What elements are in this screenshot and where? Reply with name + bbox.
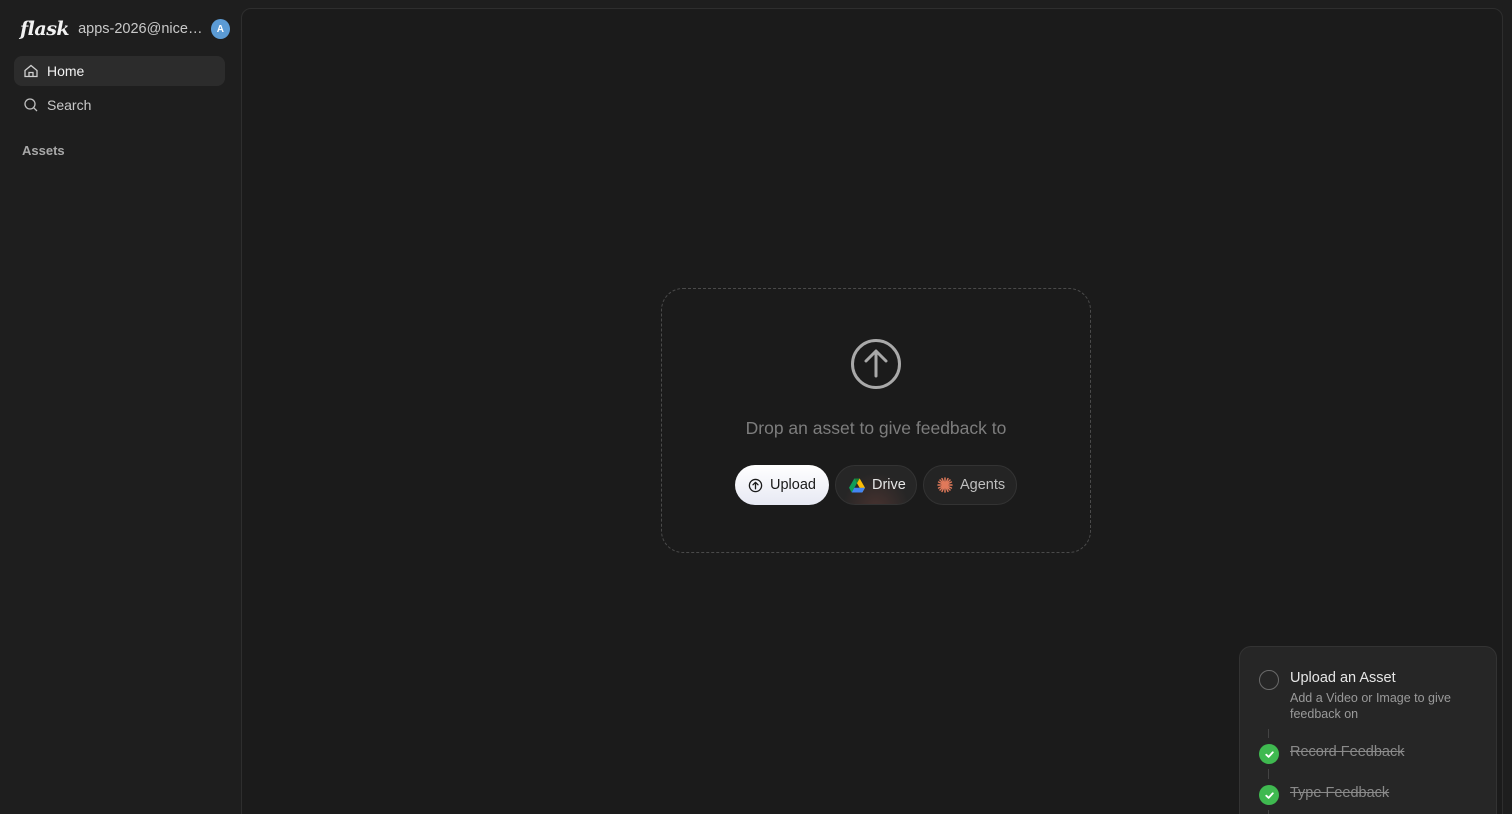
sidebar-item-label: Search: [47, 97, 92, 113]
step-title-type[interactable]: Type Feedback: [1290, 785, 1389, 801]
app-root: flask apps-2026@nicely... A Home Search …: [0, 0, 1512, 814]
flask-logo[interactable]: flask: [20, 18, 70, 40]
account-name[interactable]: apps-2026@nicely...: [78, 21, 205, 37]
check-icon: [1259, 744, 1279, 764]
source-buttons: Upload Drive Agents: [735, 465, 1017, 505]
step-connector: [1268, 810, 1269, 814]
search-icon: [24, 98, 38, 112]
drive-button[interactable]: Drive: [835, 465, 917, 505]
upload-button[interactable]: Upload: [735, 465, 829, 505]
sidebar-item-label: Home: [47, 63, 85, 79]
upload-button-label: Upload: [770, 477, 816, 493]
step-incomplete-icon[interactable]: [1259, 670, 1279, 690]
asset-dropzone[interactable]: Drop an asset to give feedback to Upload: [661, 288, 1091, 553]
upload-arrow-icon: [851, 339, 901, 389]
step-title-record[interactable]: Record Feedback: [1290, 744, 1404, 760]
avatar[interactable]: A: [210, 19, 230, 39]
sidebar-item-home[interactable]: Home: [14, 56, 225, 86]
sidebar: flask apps-2026@nicely... A Home Search …: [0, 0, 241, 814]
step-connector: [1268, 769, 1269, 779]
home-icon: [24, 64, 38, 78]
google-drive-icon: [849, 478, 865, 492]
sidebar-item-search[interactable]: Search: [14, 90, 225, 120]
assets-section-label: Assets: [22, 143, 65, 158]
step-title-upload[interactable]: Upload an Asset: [1290, 670, 1396, 686]
upload-icon: [748, 478, 763, 492]
dropzone-text: Drop an asset to give feedback to: [745, 418, 1007, 438]
check-icon: [1259, 785, 1279, 805]
agents-button-label: Agents: [960, 477, 1006, 493]
agents-button[interactable]: Agents: [923, 465, 1017, 505]
step-description-upload: Add a Video or Image to give feedback on: [1290, 691, 1451, 721]
brand-row: flask apps-2026@nicely... A: [20, 16, 230, 42]
step-connector: [1268, 729, 1269, 738]
sparkle-burst-icon: [937, 477, 953, 493]
drive-button-label: Drive: [872, 477, 906, 493]
onboarding-checklist: Upload an Asset Add a Video or Image to …: [1239, 646, 1497, 814]
